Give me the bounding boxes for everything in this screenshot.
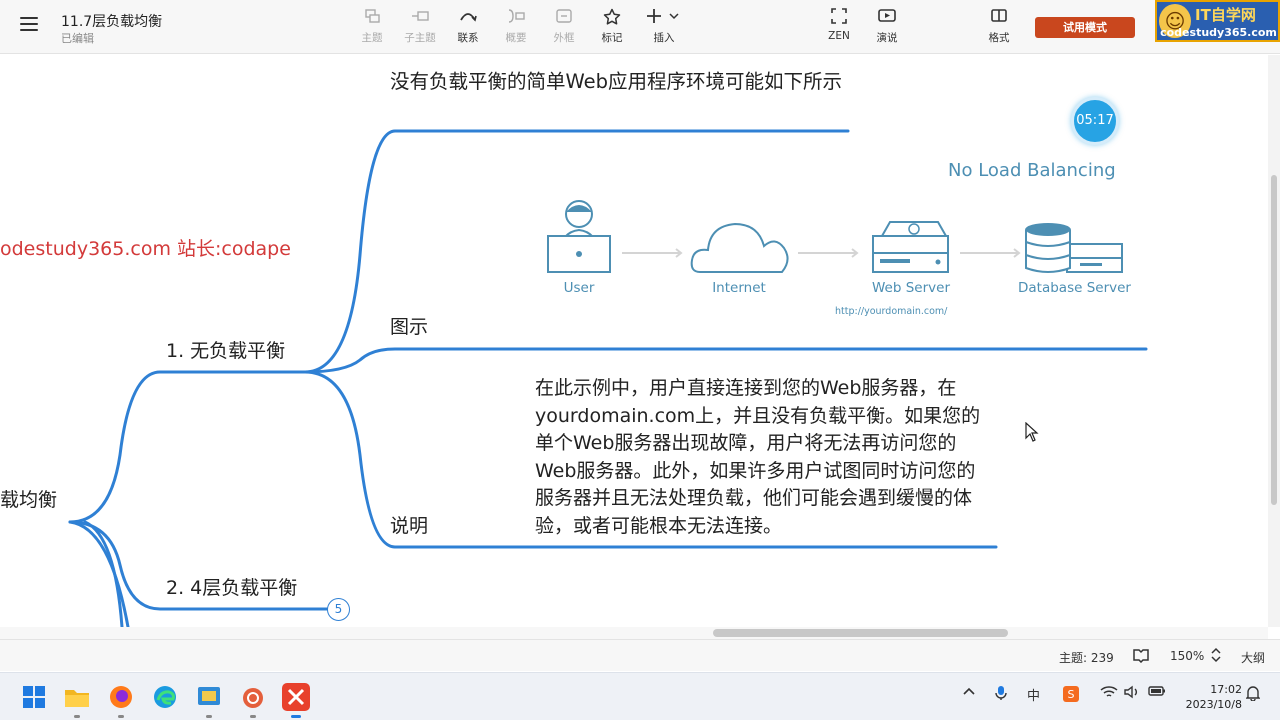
- map-view-icon[interactable]: [1132, 647, 1150, 666]
- horizontal-scrollbar[interactable]: [0, 627, 1268, 639]
- windows-taskbar: 中 S 17:02 2023/10/8: [0, 672, 1280, 720]
- boundary-icon: [542, 8, 586, 30]
- summary-button[interactable]: 概要: [494, 8, 538, 48]
- explorer-running-indicator: [74, 715, 80, 718]
- topic-label: 主题: [361, 32, 383, 44]
- microphone-icon[interactable]: [994, 685, 1008, 705]
- cloud-icon: [690, 222, 789, 273]
- format-button[interactable]: 格式: [977, 8, 1021, 48]
- zoom-stepper-icon[interactable]: [1210, 646, 1222, 667]
- format-panel-icon: [977, 8, 1021, 30]
- topic-button[interactable]: 主题: [350, 8, 394, 48]
- play-icon: [865, 8, 909, 30]
- branch2-topic[interactable]: 2. 4层负载平衡: [166, 573, 297, 600]
- control-panel-icon[interactable]: [195, 683, 223, 711]
- status-bar: 主题: 239 150% 大纲: [0, 639, 1280, 671]
- star-icon: [590, 8, 634, 30]
- zoom-level[interactable]: 150%: [1170, 649, 1204, 663]
- zen-label: ZEN: [828, 30, 850, 42]
- description-text[interactable]: 在此示例中，用户直接连接到您的Web服务器，在yourdomain.com上，并…: [535, 375, 991, 540]
- logo-title: IT自学网: [1195, 6, 1256, 24]
- summary-icon: [494, 8, 538, 30]
- node-label-internet: Internet: [712, 280, 766, 296]
- presentation-button[interactable]: 演说: [865, 8, 909, 48]
- user-icon: [547, 200, 611, 273]
- subtopic-icon: [398, 8, 442, 30]
- boundary-label: 外框: [553, 32, 575, 44]
- insert-button[interactable]: 插入: [642, 8, 686, 48]
- vertical-scrollbar[interactable]: [1268, 55, 1280, 627]
- top-toolbar: 11.7层负载均衡 已编辑 主题 子主题 联系 概要 外框 标记 插入 ZEN …: [0, 0, 1280, 54]
- mindmap-canvas[interactable]: odestudy365.com 站长:codape 载均衡 1. 无负载平衡 2…: [0, 55, 1268, 627]
- marker-button[interactable]: 标记: [590, 8, 634, 48]
- topic-count: 主题: 239: [1059, 651, 1114, 665]
- wifi-icon[interactable]: [1100, 685, 1118, 703]
- no-load-balancing-diagram[interactable]: No Load Balancing User Internet Web Serv…: [530, 160, 1140, 325]
- file-explorer-icon[interactable]: [63, 683, 91, 711]
- subtopic-button[interactable]: 子主题: [398, 8, 442, 48]
- hamburger-menu-icon[interactable]: [20, 17, 38, 33]
- snail-app-icon[interactable]: [239, 683, 267, 711]
- figure-topic[interactable]: 图示: [390, 312, 428, 339]
- boundary-button[interactable]: 外框: [542, 8, 586, 48]
- format-label: 格式: [988, 32, 1010, 44]
- diagram-graphics: [547, 200, 1123, 273]
- document-title: 11.7层负载均衡: [61, 14, 163, 30]
- site-logo: ☺ IT自学网 codestudy365.com: [1155, 0, 1280, 42]
- node-label-web-server: Web Server: [872, 280, 950, 296]
- xmind-active-indicator: [291, 715, 301, 718]
- timer-badge: 05:17: [1071, 97, 1119, 145]
- snail-running-indicator: [250, 715, 256, 718]
- node-label-user: User: [563, 280, 595, 296]
- horizontal-scroll-thumb[interactable]: [713, 629, 1008, 637]
- document-status: 已编辑: [61, 32, 94, 45]
- root-topic[interactable]: 载均衡: [0, 485, 57, 512]
- plus-icon: [642, 8, 686, 30]
- description-topic[interactable]: 说明: [390, 511, 428, 538]
- control-panel-running-indicator: [206, 715, 212, 718]
- summary-label: 概要: [505, 32, 527, 44]
- firefox-icon[interactable]: [107, 683, 135, 711]
- marker-label: 标记: [601, 32, 623, 44]
- ime-indicator[interactable]: 中: [1027, 685, 1040, 704]
- clock-time: 17:02: [1210, 683, 1242, 696]
- sogou-ime-icon[interactable]: S: [1062, 685, 1080, 707]
- relationship-button[interactable]: 联系: [446, 8, 490, 48]
- battery-icon[interactable]: [1148, 685, 1166, 701]
- firefox-running-indicator: [118, 715, 124, 718]
- intro-topic[interactable]: 没有负载平衡的简单Web应用程序环境可能如下所示: [390, 68, 850, 95]
- presentation-label: 演说: [876, 32, 898, 44]
- watermark-text: odestudy365.com 站长:codape: [0, 238, 291, 260]
- system-clock[interactable]: 17:02 2023/10/8: [1180, 682, 1242, 712]
- volume-icon[interactable]: [1124, 685, 1140, 703]
- xmind-icon[interactable]: [282, 683, 310, 711]
- logo-site: codestudy365.com: [1160, 26, 1277, 39]
- collapsed-count-badge[interactable]: 5: [327, 598, 350, 621]
- outline-button[interactable]: 大纲: [1241, 649, 1265, 666]
- relationship-icon: [446, 8, 490, 30]
- web-server-icon: [872, 221, 949, 273]
- windows-start-icon[interactable]: [20, 683, 48, 711]
- branch1-topic[interactable]: 1. 无负载平衡: [166, 336, 285, 363]
- notification-icon[interactable]: [1245, 685, 1261, 705]
- node-label-database-server: Database Server: [1018, 280, 1131, 296]
- web-server-url: http://yourdomain.com/: [835, 306, 948, 317]
- fullscreen-icon: [817, 8, 861, 30]
- edge-icon[interactable]: [151, 683, 179, 711]
- svg-text:S: S: [1068, 688, 1075, 701]
- topic-icon: [350, 8, 394, 30]
- mouse-cursor-icon: [1025, 422, 1039, 442]
- clock-date: 2023/10/8: [1185, 698, 1242, 711]
- relationship-label: 联系: [457, 32, 479, 44]
- tray-overflow-chevron-icon[interactable]: [962, 685, 976, 703]
- xmind-window: 11.7层负载均衡 已编辑 主题 子主题 联系 概要 外框 标记 插入 ZEN …: [0, 0, 1280, 720]
- subtopic-label: 子主题: [404, 32, 436, 44]
- vertical-scroll-thumb[interactable]: [1271, 175, 1277, 505]
- insert-label: 插入: [653, 32, 675, 44]
- trial-mode-button[interactable]: 试用模式: [1035, 17, 1135, 38]
- zen-button[interactable]: ZEN: [817, 8, 861, 48]
- database-server-icon: [1025, 223, 1123, 273]
